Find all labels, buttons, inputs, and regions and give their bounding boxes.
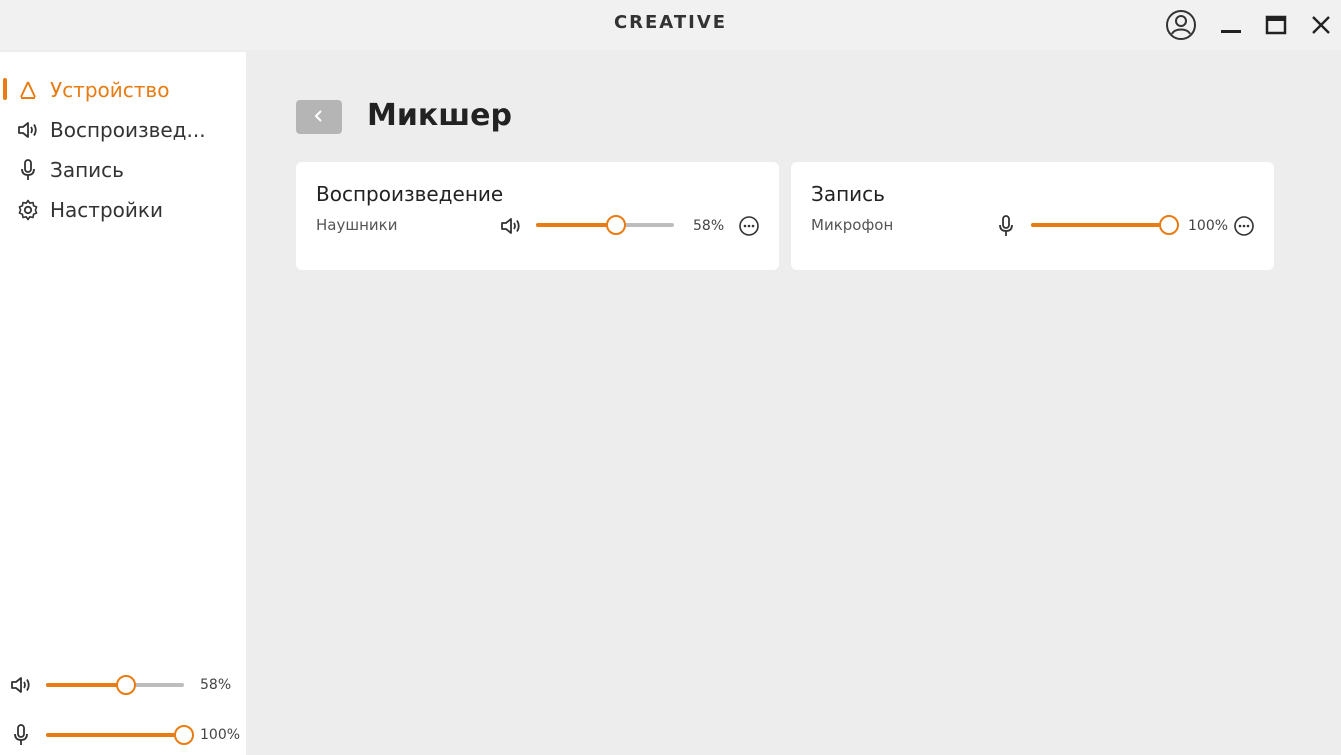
quick-recording-volume: 100% <box>8 721 244 749</box>
slider-thumb[interactable] <box>116 675 137 695</box>
maximize-button[interactable] <box>1257 6 1295 44</box>
more-options-icon[interactable] <box>737 214 761 238</box>
close-icon <box>1310 14 1332 36</box>
volume-percent: 100% <box>1188 218 1229 234</box>
title-bar: CREATIVE <box>0 0 1341 50</box>
slider-fill <box>536 223 617 227</box>
slider-thumb[interactable] <box>174 725 194 745</box>
sidebar-item-label: Настройки <box>50 198 163 222</box>
playback-card: Воспроизведение Наушники 58% <box>296 162 779 270</box>
microphone-icon[interactable] <box>8 723 34 747</box>
speaker-icon <box>16 118 40 142</box>
minimize-icon <box>1220 14 1242 36</box>
device-name: Наушники <box>316 216 398 234</box>
volume-slider[interactable] <box>46 675 184 695</box>
slider-thumb[interactable] <box>606 215 627 235</box>
playback-volume-slider[interactable] <box>536 215 674 235</box>
chevron-left-icon <box>313 108 325 127</box>
microphone-icon <box>16 158 40 182</box>
card-title: Запись <box>811 182 885 206</box>
microphone-icon[interactable] <box>994 214 1018 238</box>
device-icon <box>16 78 40 102</box>
sidebar-item-settings[interactable]: Настройки <box>0 192 246 228</box>
recording-card: Запись Микрофон 100% <box>791 162 1274 270</box>
speaker-icon[interactable] <box>8 673 34 697</box>
sidebar-item-playback[interactable]: Воспроизвед... <box>0 112 246 148</box>
card-title: Воспроизведение <box>316 182 504 206</box>
account-button[interactable] <box>1162 6 1200 44</box>
speaker-icon[interactable] <box>499 214 523 238</box>
more-options-icon[interactable] <box>1232 214 1256 238</box>
page-title: Микшер <box>367 98 512 133</box>
device-name: Микрофон <box>811 216 894 234</box>
slider-fill <box>1031 223 1169 227</box>
sidebar: Устройство Воспроизвед... Запись Настрой… <box>0 52 246 755</box>
close-button[interactable] <box>1302 6 1340 44</box>
back-button[interactable] <box>296 100 342 134</box>
sidebar-item-label: Устройство <box>50 78 170 102</box>
slider-thumb[interactable] <box>1159 215 1179 235</box>
minimize-button[interactable] <box>1212 6 1250 44</box>
slider-fill <box>46 733 184 737</box>
slider-fill <box>46 683 127 687</box>
account-icon <box>1165 9 1197 41</box>
gear-icon <box>16 198 40 222</box>
sidebar-item-label: Воспроизвед... <box>50 118 206 142</box>
sidebar-item-device[interactable]: Устройство <box>0 72 246 108</box>
volume-percent: 58% <box>200 677 232 693</box>
quick-playback-volume: 58% <box>8 671 244 699</box>
recording-volume-slider[interactable] <box>1031 215 1179 235</box>
sidebar-item-label: Запись <box>50 158 124 182</box>
mic-percent: 100% <box>200 727 241 743</box>
app-logo: CREATIVE <box>613 12 728 33</box>
mic-slider[interactable] <box>46 725 194 745</box>
sidebar-item-recording[interactable]: Запись <box>0 152 246 188</box>
maximize-icon <box>1265 14 1287 36</box>
volume-percent: 58% <box>693 218 725 234</box>
